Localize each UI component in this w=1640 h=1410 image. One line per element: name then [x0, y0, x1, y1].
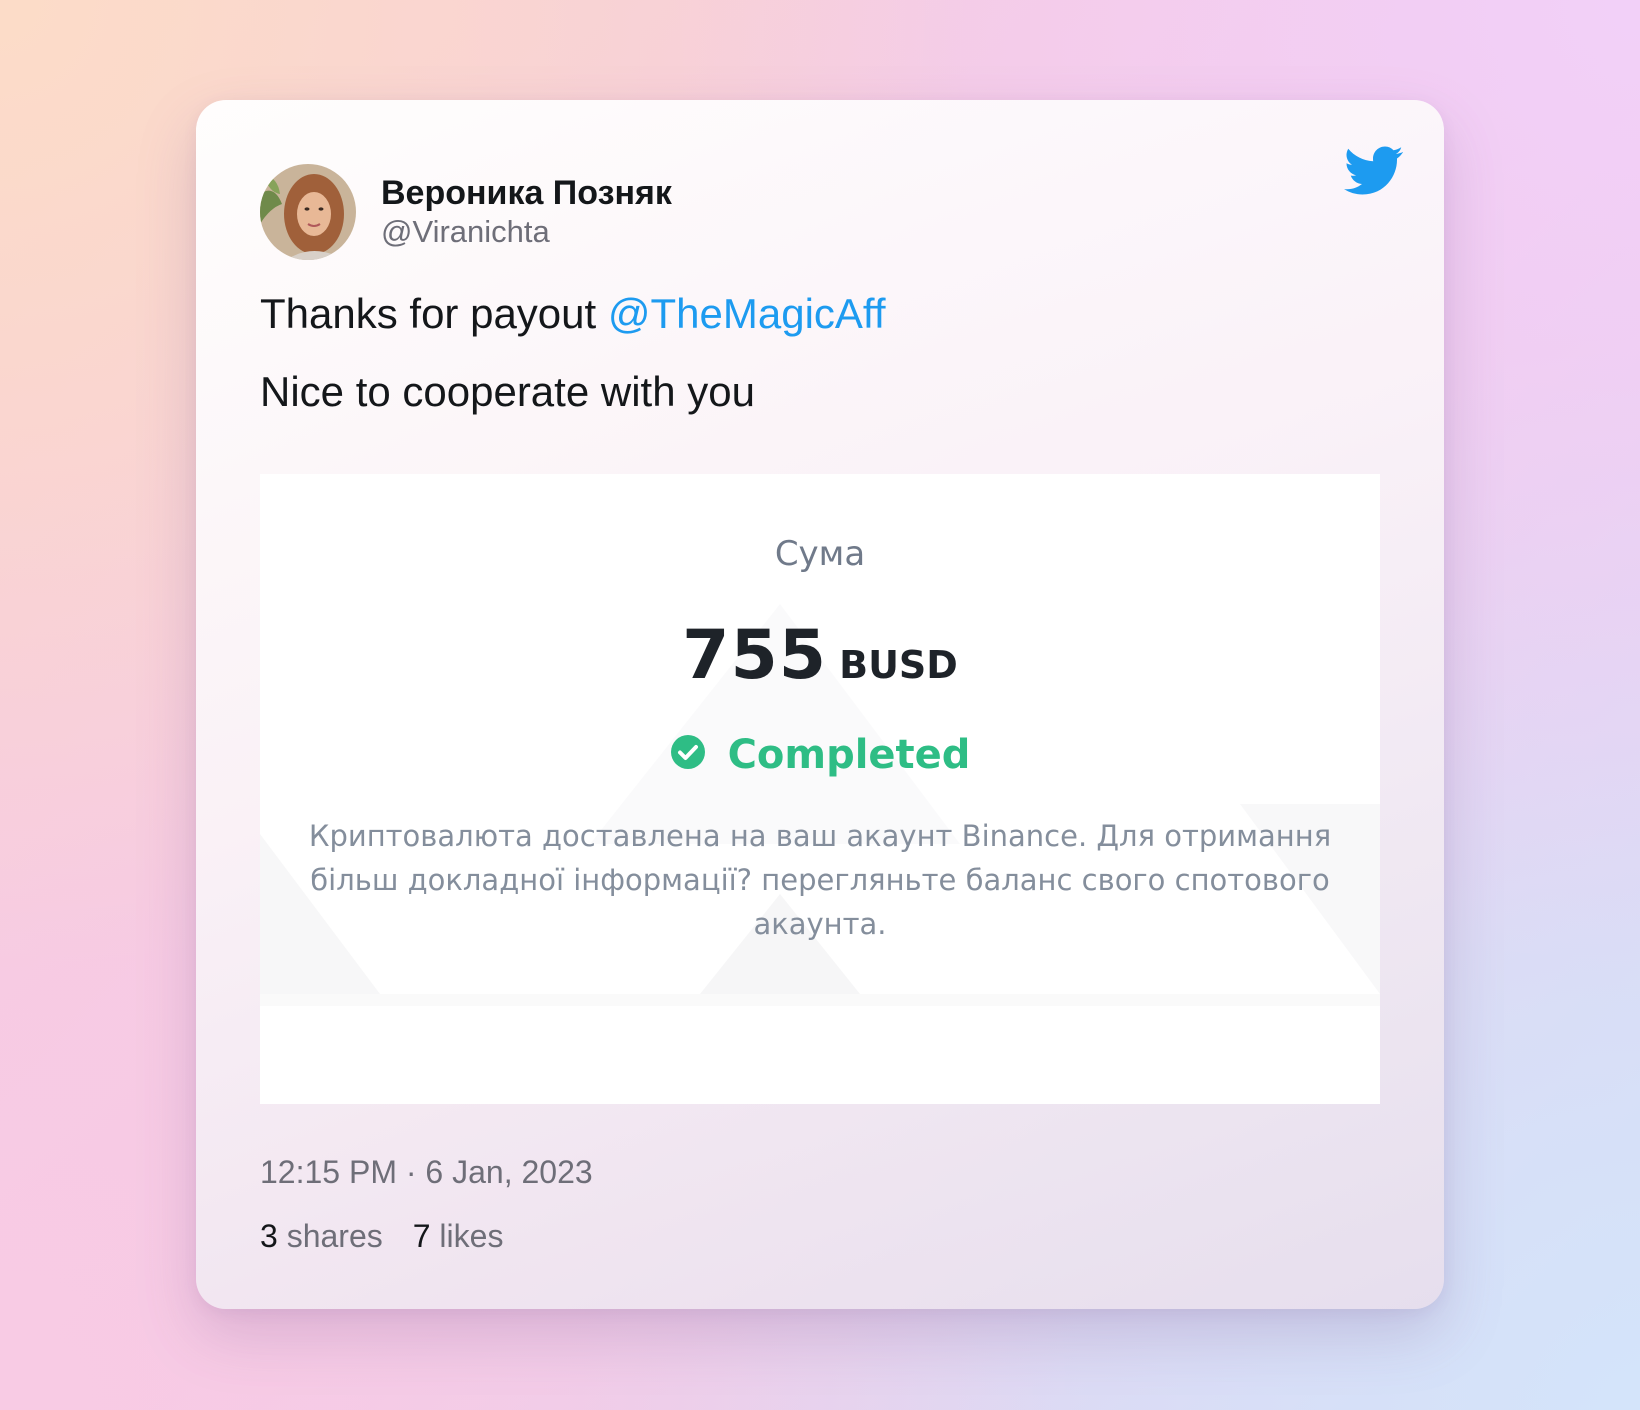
- tweet-header: Вероника Позняк @Viranichta: [260, 164, 672, 260]
- avatar-image: [260, 164, 356, 260]
- tweet-stats: 3 shares 7 likes: [260, 1216, 533, 1256]
- author-display-name[interactable]: Вероника Позняк: [381, 173, 672, 213]
- tweet-card: Вероника Позняк @Viranichta Thanks for p…: [196, 100, 1444, 1309]
- tweet-line-2: Nice to cooperate with you: [260, 368, 755, 415]
- author-info: Вероника Позняк @Viranichta: [381, 173, 672, 251]
- shares-label: shares: [286, 1218, 383, 1254]
- amount-row: 755 BUSD: [260, 616, 1380, 695]
- tweet-timestamp[interactable]: 12:15 PM · 6 Jan, 2023: [260, 1152, 593, 1192]
- twitter-bird-icon[interactable]: [1344, 146, 1404, 196]
- tweet-media-image[interactable]: Сума 755 BUSD Completed Криптовалюта дост…: [260, 474, 1380, 1104]
- shares-stat[interactable]: 3 shares: [260, 1216, 383, 1256]
- amount-unit: BUSD: [839, 643, 958, 687]
- tweet-line-1: Thanks for payout @TheMagicAff: [260, 288, 1380, 340]
- check-circle-icon: [670, 735, 705, 769]
- status-text: Completed: [727, 732, 971, 778]
- author-handle[interactable]: @Viranichta: [381, 213, 672, 251]
- status-row: Completed: [260, 732, 1380, 778]
- likes-count: 7: [412, 1218, 431, 1254]
- avatar[interactable]: [260, 164, 356, 260]
- amount-value: 755: [682, 616, 828, 695]
- likes-label: likes: [439, 1218, 504, 1254]
- shares-count: 3: [260, 1218, 278, 1254]
- tweet-body: Thanks for payout @TheMagicAff Nice to c…: [260, 288, 1380, 444]
- mention-link[interactable]: @TheMagicAff: [608, 290, 886, 337]
- media-description: Криптовалюта доставлена на ваш акаунт Bi…: [308, 819, 1332, 941]
- tweet-text-prefix: Thanks for payout: [260, 290, 608, 337]
- amount-label: Сума: [774, 534, 866, 574]
- likes-stat[interactable]: 7 likes: [413, 1216, 504, 1256]
